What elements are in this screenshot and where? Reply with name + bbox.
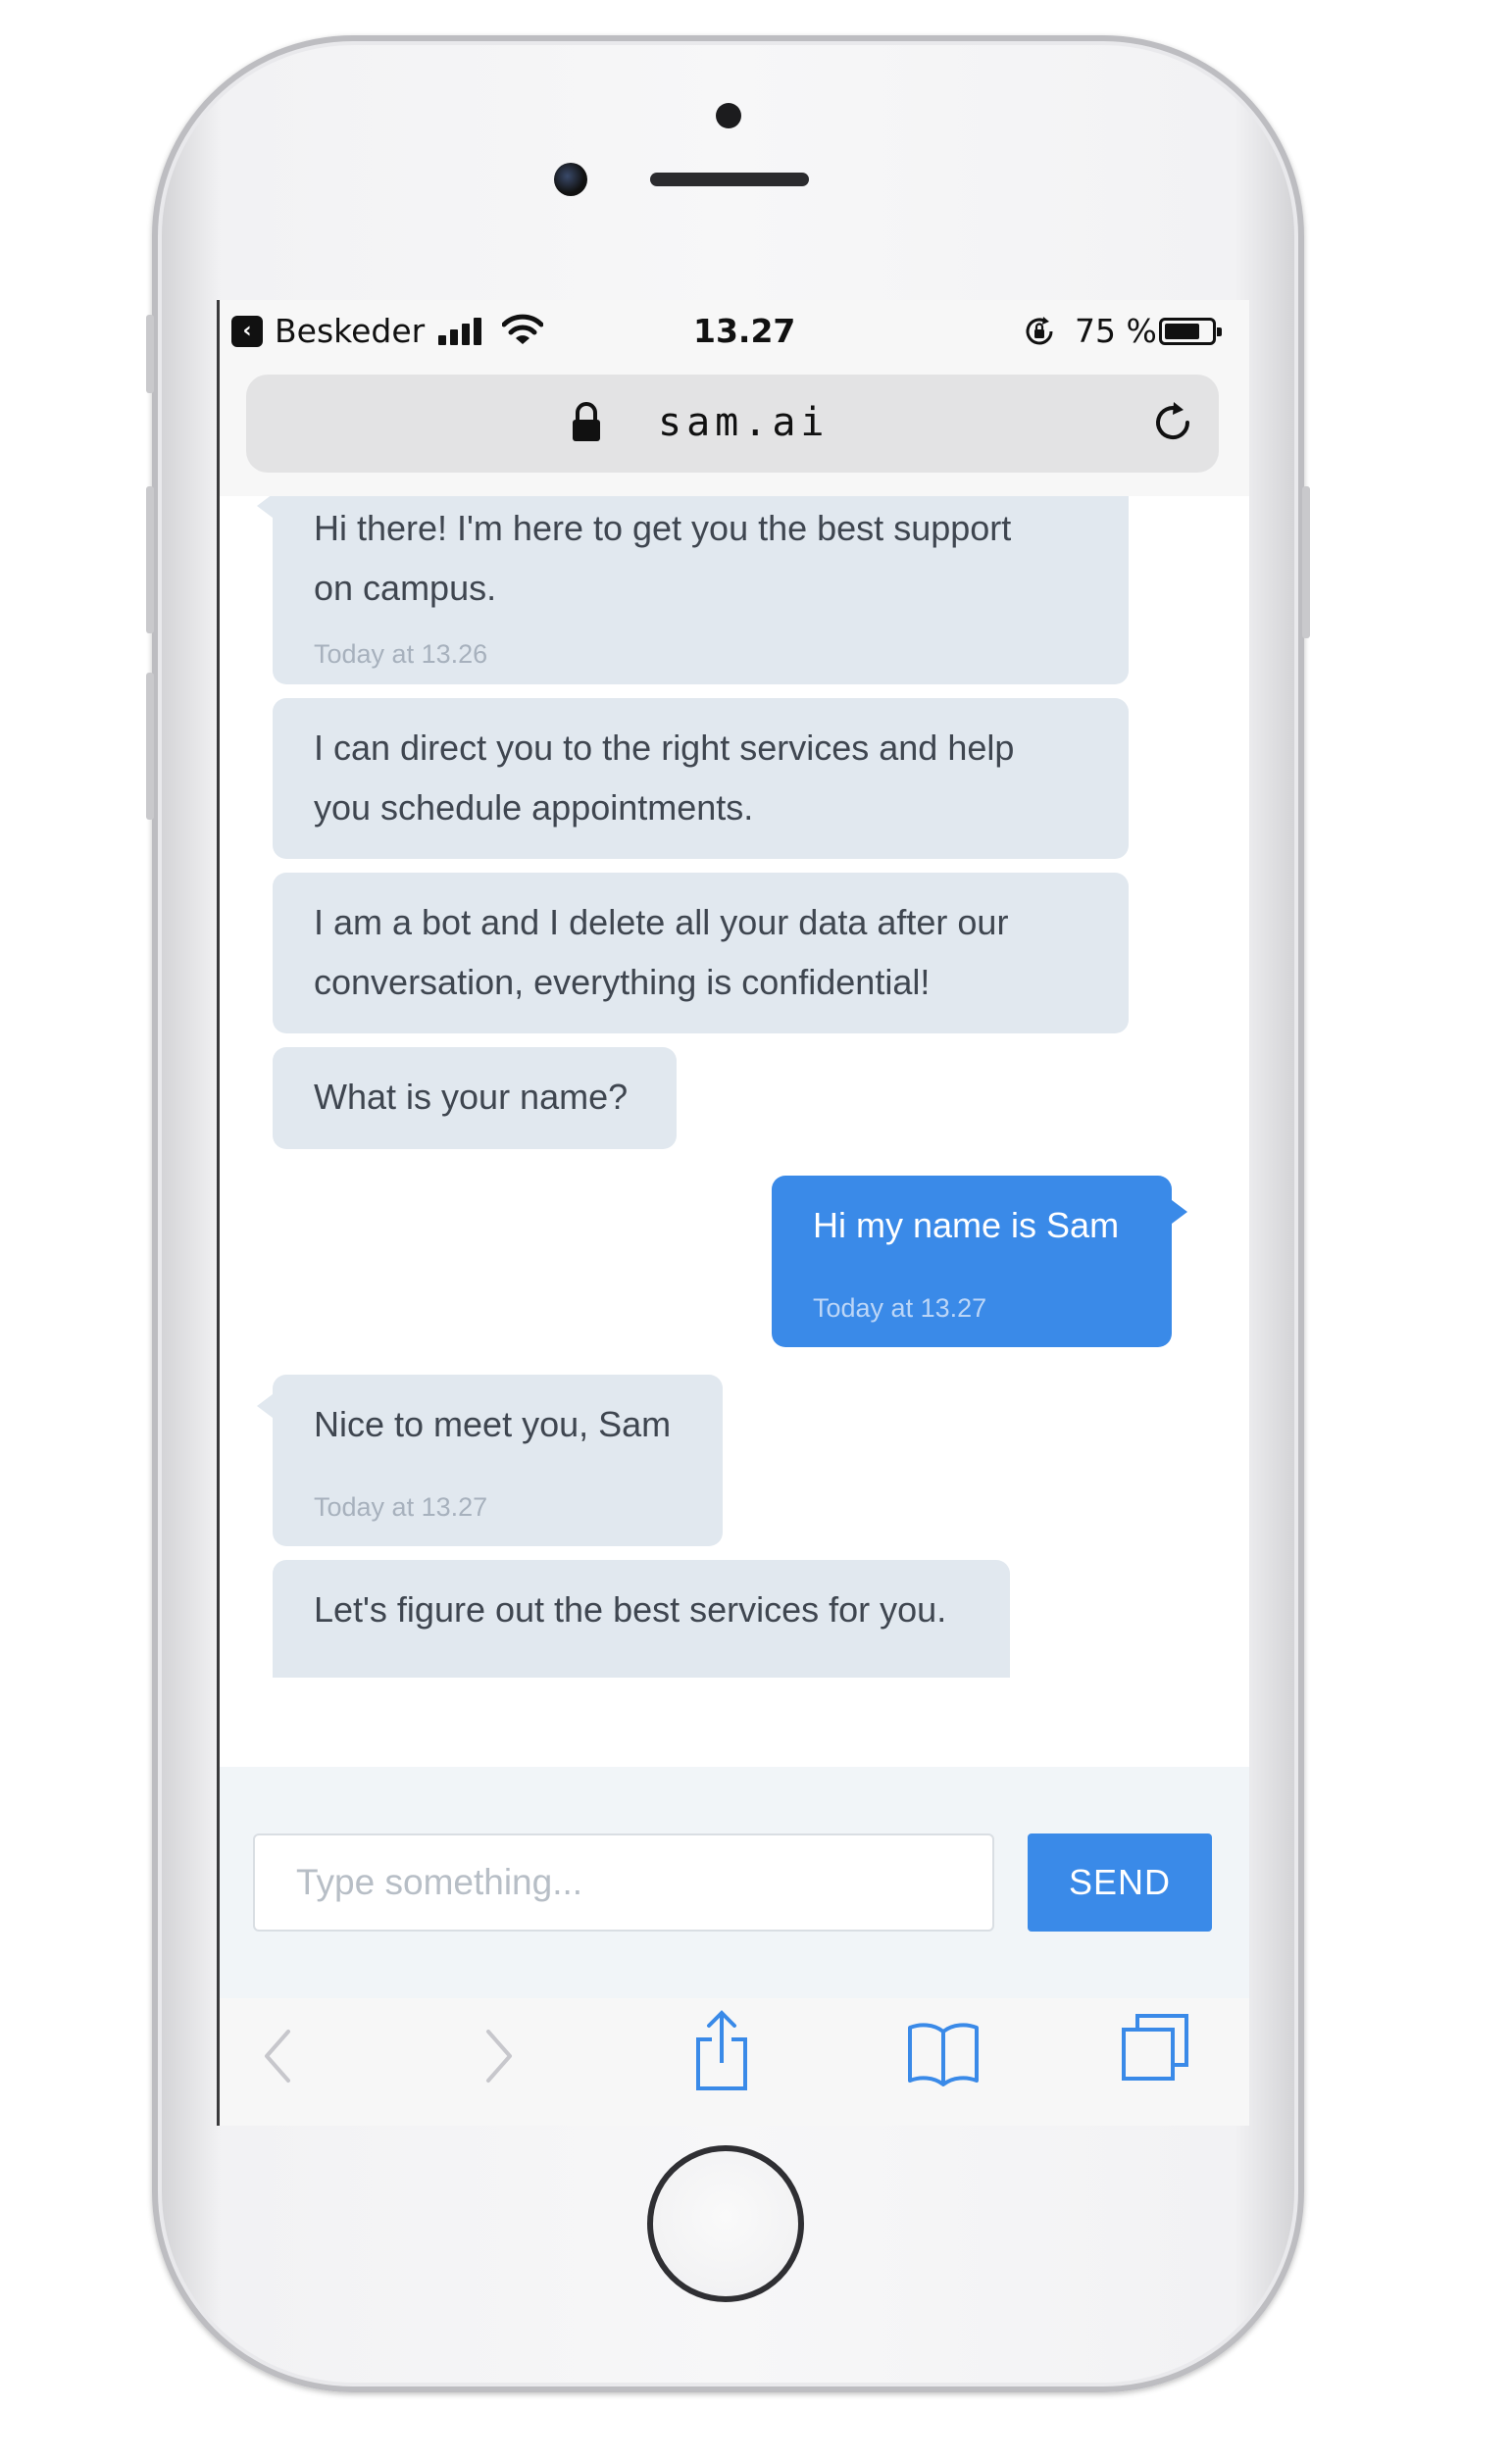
bot-message: I can direct you to the right services a…	[273, 698, 1129, 859]
battery-percentage: 75 %	[1075, 312, 1157, 350]
message-line: Hi my name is Sam	[813, 1205, 1120, 1245]
mute-switch	[146, 315, 154, 393]
message-line: Let's figure out the best services for y…	[314, 1589, 947, 1630]
message-timestamp: Today at 13.27	[813, 1293, 987, 1323]
send-button[interactable]: SEND	[1028, 1833, 1212, 1932]
message-line: I am a bot and I delete all your data af…	[314, 902, 1009, 942]
url-text[interactable]: sam.ai	[658, 400, 830, 445]
message-line: Hi there! I'm here to get you the best s…	[314, 508, 1012, 548]
volume-up-button	[146, 486, 154, 633]
browser-address-area: sam.ai	[220, 361, 1249, 498]
message-input[interactable]	[253, 1833, 994, 1932]
share-icon[interactable]	[692, 2008, 751, 2092]
bot-message: I am a bot and I delete all your data af…	[273, 873, 1129, 1033]
cellular-signal-icon	[438, 318, 485, 345]
phone-screen: ‹ Beskeder 13.27 75 % sam.ai Hi there! I…	[217, 300, 1249, 2126]
front-camera	[554, 163, 587, 196]
bubble-tail	[257, 1394, 273, 1418]
battery-level-fill	[1165, 324, 1199, 339]
address-bar[interactable]: sam.ai	[246, 375, 1219, 473]
tabs-icon[interactable]	[1120, 2012, 1190, 2083]
bot-message: What is your name?	[273, 1047, 677, 1149]
message-line: What is your name?	[314, 1077, 629, 1117]
user-message: Hi my name is Sam Today at 13.27	[772, 1176, 1172, 1347]
message-line: I can direct you to the right services a…	[314, 728, 1015, 768]
message-line: Nice to meet you, Sam	[314, 1404, 672, 1444]
bookmarks-icon[interactable]	[906, 2018, 981, 2086]
back-arrow-icon[interactable]	[259, 2022, 298, 2090]
power-button	[1302, 486, 1310, 638]
home-button[interactable]	[647, 2145, 804, 2302]
bot-message: Let's figure out the best services for y…	[273, 1560, 1010, 1678]
orientation-lock-icon	[1026, 317, 1053, 345]
forward-arrow-icon[interactable]	[479, 2022, 518, 2090]
message-line: you schedule appointments.	[314, 787, 754, 828]
status-bar: ‹ Beskeder 13.27 75 %	[220, 300, 1249, 361]
bot-message: Hi there! I'm here to get you the best s…	[273, 496, 1129, 684]
message-timestamp: Today at 13.27	[314, 1492, 488, 1522]
wifi-icon	[502, 314, 543, 344]
battery-icon	[1159, 318, 1222, 345]
message-composer: SEND	[220, 1767, 1249, 2000]
earpiece-speaker	[650, 173, 809, 186]
bubble-tail	[257, 496, 273, 518]
bot-message: Nice to meet you, Sam Today at 13.27	[273, 1375, 723, 1546]
status-time: 13.27	[693, 312, 796, 350]
back-to-app-label[interactable]: Beskeder	[275, 312, 425, 350]
back-to-app-icon[interactable]: ‹	[231, 316, 263, 347]
message-timestamp: Today at 13.26	[314, 639, 488, 669]
volume-down-button	[146, 673, 154, 820]
chat-message-list[interactable]: Hi there! I'm here to get you the best s…	[220, 496, 1249, 1767]
bubble-tail	[1172, 1200, 1187, 1224]
battery-nub	[1217, 327, 1222, 336]
lock-icon	[573, 402, 600, 441]
message-line: on campus.	[314, 568, 497, 608]
proximity-sensor	[716, 103, 741, 128]
reload-icon[interactable]	[1148, 398, 1197, 447]
browser-toolbar	[220, 1998, 1249, 2126]
message-line: conversation, everything is confidential…	[314, 962, 931, 1002]
